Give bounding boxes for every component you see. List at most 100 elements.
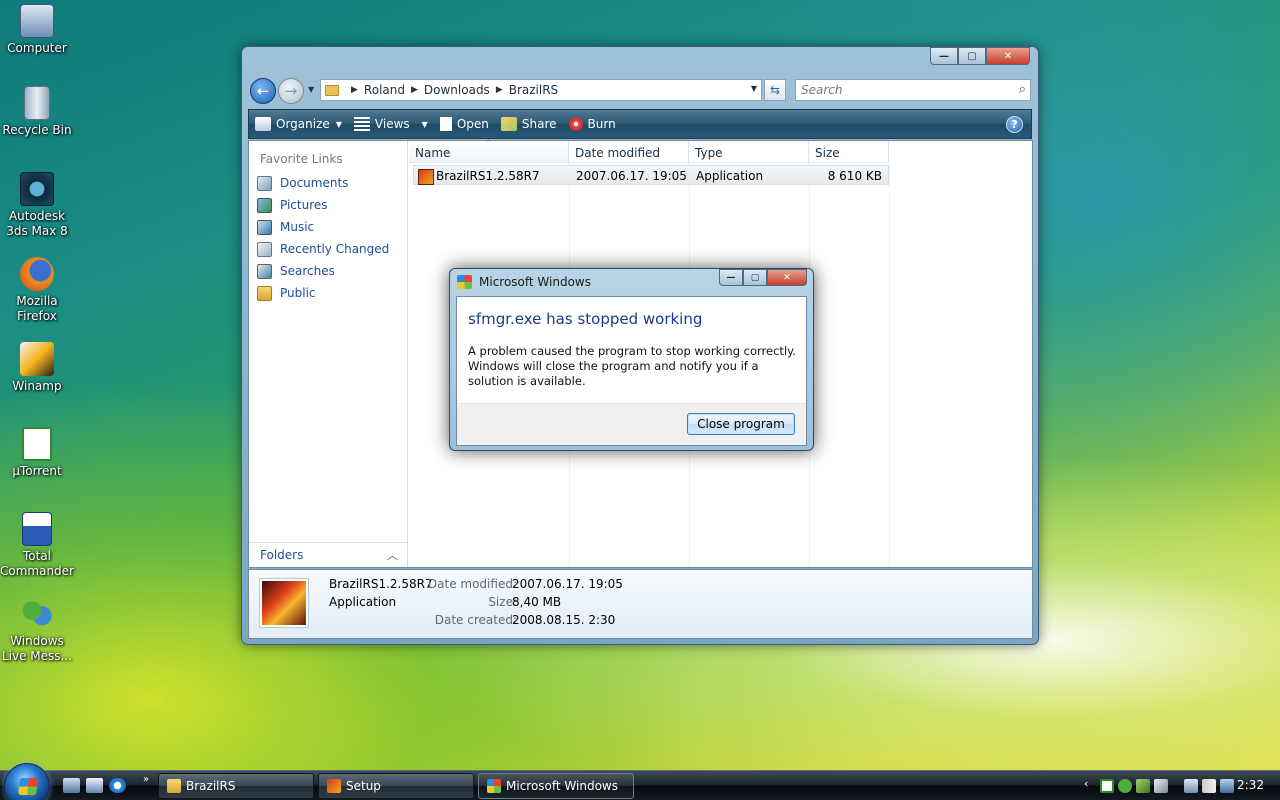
nav-item-label: Recently Changed [280, 242, 390, 256]
tray-expand-icon[interactable]: ‹ [1084, 777, 1088, 790]
folders-label: Folders [260, 548, 304, 562]
crumb-separator-icon: ▶ [351, 85, 358, 95]
desktop-icon-label: Windows Live Mess... [1, 634, 72, 663]
forward-button[interactable]: → [278, 78, 304, 104]
recently-changed-icon [257, 241, 272, 257]
desktop-icon-total-commander[interactable]: Total Commander [0, 512, 74, 579]
nav-item-music[interactable]: Music [257, 217, 314, 237]
date-modified-value: 2007.06.17. 19:05 [512, 577, 623, 591]
column-header-name[interactable]: Name ^ [409, 138, 569, 163]
desktop-icon-recycle-bin[interactable]: Recycle Bin [0, 86, 74, 138]
address-dropdown-icon[interactable]: ▼ [751, 84, 757, 93]
nav-item-documents[interactable]: Documents [257, 173, 348, 193]
winamp-icon [20, 342, 54, 376]
power-tray-icon[interactable] [1220, 779, 1234, 793]
task-button-setup[interactable]: Setup [318, 773, 474, 799]
task-button-microsoft-windows[interactable]: Microsoft Windows [478, 773, 634, 799]
address-bar[interactable]: ▶ Roland ▶ Downloads ▶ BrazilRS ▼ [320, 79, 762, 101]
dialog-close-button[interactable]: ✕ [767, 269, 807, 286]
network-tray-icon[interactable] [1136, 779, 1150, 793]
computer-icon [20, 4, 54, 38]
windows-logo-icon [487, 779, 501, 793]
navigation-pane: Favorite Links Documents Pictures Music … [249, 141, 408, 567]
documents-icon [257, 175, 272, 191]
dialog-footer: Close program [457, 403, 806, 445]
utorrent-tray-icon[interactable] [1100, 779, 1114, 793]
recycle-bin-icon [24, 86, 50, 120]
arrow-right-icon: → [284, 82, 298, 100]
burn-button[interactable]: Burn [568, 117, 616, 131]
file-name: BrazilRS1.2.58R7 [436, 169, 540, 183]
folder-icon [167, 779, 181, 793]
details-file-type: Application [329, 595, 397, 609]
desktop-icon-label: Total Commander [0, 549, 74, 578]
column-header-type[interactable]: Type [689, 141, 809, 163]
nav-item-recently-changed[interactable]: Recently Changed [257, 239, 389, 259]
search-placeholder: Search [801, 83, 843, 97]
desktop-icon-3ds-max[interactable]: Autodesk 3ds Max 8 [0, 172, 74, 239]
searches-icon [257, 263, 272, 279]
breadcrumb-brazilrs[interactable]: BrazilRS [509, 83, 558, 97]
3ds-max-icon [20, 172, 54, 206]
taskbar: » BrazilRS Setup Microsoft Windows ‹ 2:3… [0, 763, 1280, 800]
search-input[interactable]: Search ⌕ [795, 79, 1031, 101]
desktop-icon-label: Mozilla Firefox [16, 294, 58, 323]
computers-tray-icon[interactable] [1184, 779, 1198, 793]
views-icon [353, 117, 370, 131]
show-desktop-icon[interactable] [63, 778, 80, 793]
date-modified-label: Date modified: [427, 577, 517, 591]
arrow-left-icon: ← [256, 82, 270, 100]
column-header-date-modified[interactable]: Date modified [569, 141, 689, 163]
maximize-button[interactable]: ▢ [958, 47, 986, 65]
details-file-name: BrazilRS1.2.58R7 [329, 577, 433, 591]
views-button[interactable]: Views ▼ [353, 117, 428, 131]
nav-item-public[interactable]: Public [257, 283, 316, 303]
folders-toggle[interactable]: Folders ︿ [249, 542, 407, 567]
column-header-label: Date modified [575, 146, 661, 160]
internet-explorer-icon[interactable] [109, 778, 126, 793]
task-label: Microsoft Windows [506, 779, 618, 793]
desktop-icon-winamp[interactable]: Winamp [0, 342, 74, 394]
minimize-button[interactable]: — [930, 47, 958, 65]
task-button-brazilrs[interactable]: BrazilRS [158, 773, 314, 799]
desktop-icon-firefox[interactable]: Mozilla Firefox [0, 257, 74, 324]
recent-pages-dropdown[interactable]: ▼ [308, 85, 314, 94]
music-icon [257, 219, 272, 235]
column-header-size[interactable]: Size [809, 141, 889, 163]
quick-launch-more-icon[interactable]: » [143, 774, 149, 785]
switch-windows-icon[interactable] [86, 778, 103, 793]
breadcrumb-roland[interactable]: Roland [364, 83, 405, 97]
back-button[interactable]: ← [250, 78, 276, 104]
desktop-icon-label: µTorrent [12, 464, 62, 478]
document-icon [439, 117, 452, 131]
start-button[interactable] [4, 763, 50, 800]
messenger-tray-icon[interactable] [1118, 779, 1132, 793]
close-button[interactable]: ✕ [986, 47, 1030, 65]
windows-logo-icon [457, 275, 472, 289]
file-type: Application [696, 169, 764, 183]
search-icon[interactable]: ⌕ [1019, 82, 1026, 97]
desktop-icon-label: Winamp [12, 379, 62, 393]
desktop-icon-live-messenger[interactable]: Windows Live Mess... [0, 597, 74, 664]
refresh-button[interactable]: ⇆ [764, 79, 786, 101]
file-row[interactable]: BrazilRS1.2.58R7 2007.06.17. 19:05 Appli… [413, 165, 889, 185]
dialog-body: sfmgr.exe has stopped working A problem … [456, 296, 807, 446]
close-program-button[interactable]: Close program [687, 413, 795, 435]
dialog-maximize-button[interactable]: ▢ [743, 269, 767, 286]
dialog-minimize-button[interactable]: — [719, 269, 743, 286]
desktop-icon-computer[interactable]: Computer [0, 4, 74, 56]
chevron-up-icon: ︿ [387, 549, 398, 562]
date-created-value: 2008.08.15. 2:30 [512, 613, 616, 627]
help-icon[interactable]: ? [1006, 116, 1023, 133]
breadcrumb-downloads[interactable]: Downloads [424, 83, 490, 97]
share-button[interactable]: Share [500, 117, 557, 131]
volume-tray-icon[interactable] [1202, 779, 1216, 793]
nav-item-pictures[interactable]: Pictures [257, 195, 328, 215]
nav-item-searches[interactable]: Searches [257, 261, 335, 281]
open-button[interactable]: Open [439, 117, 489, 131]
column-header-label: Type [695, 146, 723, 160]
organize-button[interactable]: Organize ▼ [255, 117, 342, 131]
safely-remove-tray-icon[interactable] [1154, 779, 1168, 793]
clock[interactable]: 2:32 [1237, 778, 1264, 792]
desktop-icon-utorrent[interactable]: µTorrent [0, 427, 74, 479]
